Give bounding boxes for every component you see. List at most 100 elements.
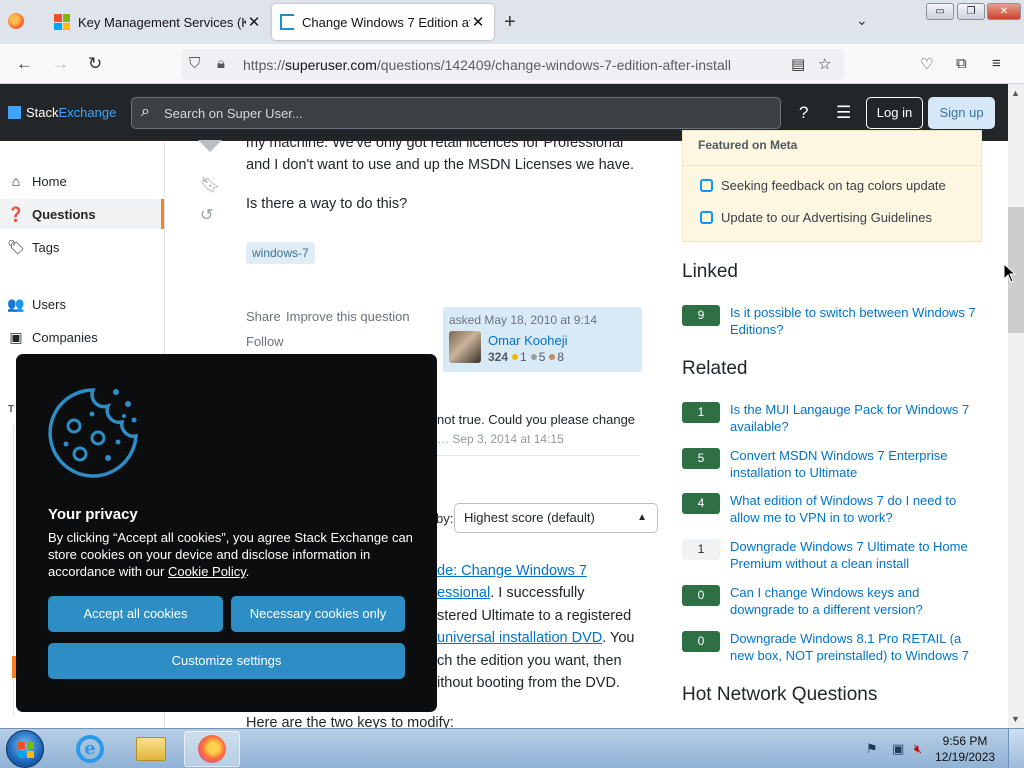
answer-link[interactable]: essional bbox=[437, 585, 490, 601]
url-text[interactable]: https://superuser.com/questions/142409/c… bbox=[243, 57, 731, 73]
related-question[interactable]: 0 Downgrade Windows 8.1 Pro RETAIL (a new … bbox=[682, 630, 982, 664]
tag-windows-7[interactable]: windows-7 bbox=[246, 242, 315, 264]
login-button[interactable]: Log in bbox=[866, 97, 923, 129]
divider bbox=[437, 455, 640, 456]
tab-key-management[interactable]: Key Management Services (KMS ✕ bbox=[46, 4, 270, 40]
related-heading: Related bbox=[682, 358, 748, 379]
sidebar-item-companies[interactable]: ▣ Companies bbox=[0, 322, 164, 352]
related-question[interactable]: 0 Can I change Windows keys and downgrade … bbox=[682, 584, 982, 618]
search-input[interactable] bbox=[164, 103, 764, 123]
sidebar-item-questions[interactable]: ❓ Questions bbox=[0, 199, 164, 229]
meta-item[interactable]: Update to our Advertising Guidelines bbox=[700, 210, 932, 225]
answer-text: de: Change Windows 7 bbox=[437, 560, 587, 582]
answer-text: ch the edition you want, then bbox=[437, 653, 622, 669]
scroll-down-icon[interactable]: ▼ bbox=[1011, 714, 1020, 724]
volume-muted-icon[interactable]: 🔇︎ bbox=[914, 741, 922, 757]
score-badge: 4 bbox=[682, 493, 720, 514]
follow-link[interactable]: Follow bbox=[246, 334, 284, 349]
tab-close-icon[interactable]: ✕ bbox=[246, 13, 262, 31]
linked-question[interactable]: 9 Is it possible to switch between Window… bbox=[682, 304, 982, 338]
taskbar-firefox[interactable] bbox=[184, 731, 240, 767]
microsoft-favicon-icon bbox=[54, 14, 70, 30]
new-tab-button[interactable]: + bbox=[504, 11, 516, 34]
comment-text: not true. Could you please change bbox=[437, 412, 636, 427]
page-scrollbar[interactable] bbox=[1008, 84, 1024, 728]
list-all-tabs-chevron-icon[interactable]: ⌄ bbox=[856, 12, 868, 29]
vote-down-icon[interactable] bbox=[196, 140, 224, 154]
sort-select[interactable]: Highest score (default) ▲ bbox=[454, 503, 658, 533]
cookie-icon bbox=[48, 388, 138, 478]
sidebar-item-tags[interactable]: 🏷 Tags bbox=[0, 232, 164, 262]
maximize-button[interactable]: ❐ bbox=[957, 3, 985, 20]
pocket-icon[interactable]: ♡ bbox=[920, 55, 933, 73]
site-search[interactable]: ⌕ bbox=[131, 97, 781, 129]
answer-text: universal installation DVD. You bbox=[437, 630, 635, 646]
lock-icon[interactable]: 🔒︎ bbox=[217, 55, 225, 72]
questions-icon: ❓ bbox=[7, 205, 25, 222]
firefox-icon bbox=[198, 735, 226, 763]
tab-close-icon[interactable]: ✕ bbox=[470, 13, 486, 31]
sidebar-item-users[interactable]: 👥 Users bbox=[0, 289, 164, 319]
related-question[interactable]: 1 Is the MUI Langauge Pack for Windows 7a… bbox=[682, 401, 982, 435]
necessary-cookies-button[interactable]: Necessary cookies only bbox=[231, 596, 405, 632]
silver-badge-icon bbox=[530, 354, 537, 360]
bookmark-icon[interactable]: 🔖︎ bbox=[200, 175, 220, 195]
hamburger-menu-icon[interactable]: ≡ bbox=[992, 55, 1001, 72]
tab-title: Change Windows 7 Edition afte bbox=[302, 14, 470, 30]
network-tray-icon[interactable]: ⚑ bbox=[866, 741, 878, 757]
sidebar-item-home[interactable]: ⌂ Home bbox=[0, 166, 164, 196]
related-question[interactable]: 1 Downgrade Windows 7 Ultimate to Home Pre… bbox=[682, 538, 982, 572]
cookie-policy-link[interactable]: Cookie Policy bbox=[168, 564, 246, 579]
bookmark-star-icon[interactable]: ☆ bbox=[818, 55, 831, 73]
hidden-section-edge: T bbox=[8, 404, 15, 415]
dvd-link[interactable]: universal installation DVD bbox=[437, 630, 602, 646]
minimize-button[interactable]: ▭ bbox=[926, 3, 954, 20]
stackexchange-logo[interactable]: StackExchange bbox=[8, 105, 116, 120]
firefox-menu-icon[interactable] bbox=[8, 13, 24, 29]
back-arrow-icon[interactable]: ← bbox=[16, 54, 33, 74]
taskbar-file-explorer[interactable] bbox=[123, 731, 179, 767]
share-link[interactable]: Share bbox=[246, 309, 281, 324]
mouse-cursor-icon bbox=[1003, 263, 1017, 283]
cookie-title: Your privacy bbox=[48, 506, 138, 523]
user-link[interactable]: Omar Kooheji bbox=[488, 333, 567, 348]
improve-question-link[interactable]: Improve this question bbox=[286, 309, 410, 324]
signup-button[interactable]: Sign up bbox=[928, 97, 995, 129]
users-icon: 👥 bbox=[7, 295, 25, 312]
reload-icon[interactable]: ↻ bbox=[88, 54, 102, 74]
comment-timestamp: … Sep 3, 2014 at 14:15 bbox=[437, 432, 564, 446]
reputation: 324 1 5 8 bbox=[488, 350, 565, 364]
taskbar-clock[interactable]: 9:56 PM 12/19/2023 bbox=[935, 733, 995, 765]
accept-all-cookies-button[interactable]: Accept all cookies bbox=[48, 596, 223, 632]
site-switcher-icon[interactable]: ☰ bbox=[836, 103, 851, 123]
forward-arrow-icon[interactable]: → bbox=[52, 54, 69, 74]
history-icon[interactable]: ↺ bbox=[200, 205, 213, 225]
scroll-up-icon[interactable]: ▲ bbox=[1011, 88, 1020, 98]
answer-text: ithout booting from the DVD. bbox=[437, 675, 620, 691]
hidden-orange-edge bbox=[12, 656, 16, 678]
help-icon[interactable]: ? bbox=[799, 103, 808, 123]
related-question[interactable]: 4 What edition of Windows 7 do I need to a… bbox=[682, 492, 982, 526]
reader-view-icon[interactable]: ▤ bbox=[791, 55, 805, 73]
show-desktop-button[interactable] bbox=[1008, 729, 1024, 768]
tab-change-windows-edition[interactable]: Change Windows 7 Edition afte ✕ bbox=[272, 4, 494, 40]
taskbar-internet-explorer[interactable]: e bbox=[62, 731, 118, 767]
stackexchange-logo-icon bbox=[8, 106, 21, 119]
meta-item[interactable]: Seeking feedback on tag colors update bbox=[700, 178, 946, 193]
answer-link[interactable]: de: Change Windows 7 bbox=[437, 563, 587, 579]
asker-card: asked May 18, 2010 at 9:14 Omar Kooheji … bbox=[443, 307, 642, 372]
start-button[interactable] bbox=[6, 730, 44, 768]
avatar[interactable] bbox=[449, 331, 481, 363]
answer-text: essional. I successfully bbox=[437, 585, 585, 601]
tab-title: Key Management Services (KMS bbox=[78, 14, 246, 30]
sort-arrows-icon: ▲ bbox=[637, 512, 647, 523]
windows-logo-icon bbox=[18, 742, 34, 758]
customize-settings-button[interactable]: Customize settings bbox=[48, 643, 405, 679]
extensions-icon[interactable]: ⧉ bbox=[956, 55, 967, 72]
sort-label: by: bbox=[436, 511, 454, 526]
action-center-icon[interactable]: ▣ bbox=[892, 741, 904, 757]
cookie-text: By clicking “Accept all cookies”, you ag… bbox=[48, 530, 413, 579]
shield-icon[interactable]: ⛉ bbox=[189, 55, 200, 72]
close-window-button[interactable]: ✕ bbox=[987, 3, 1021, 20]
related-question[interactable]: 5 Convert MSDN Windows 7 Enterprise instal… bbox=[682, 447, 982, 481]
